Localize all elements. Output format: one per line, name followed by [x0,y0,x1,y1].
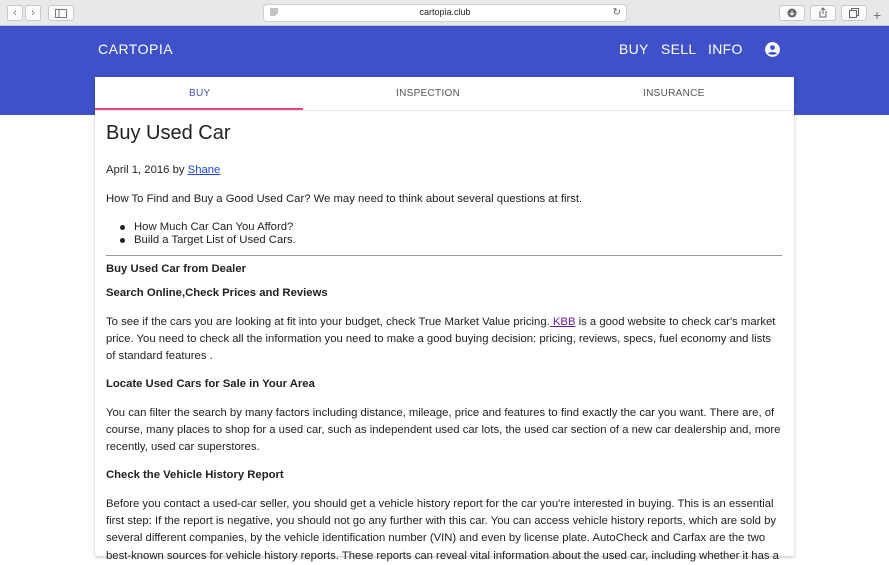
paragraph-search-online: To see if the cars you are looking at fi… [106,314,782,366]
active-tab-indicator [95,108,303,110]
share-icon [819,7,827,18]
share-button[interactable] [810,5,836,21]
tab-bar: BUY INSPECTION INSURANCE [95,77,794,111]
download-icon [787,8,797,18]
list-item: Build a Target List of Used Cars. [120,234,296,247]
article-by: by [169,164,188,176]
article-intro: How To Find and Buy a Good Used Car? We … [106,193,583,205]
paragraph-text: To see if the cars you are looking at fi… [106,316,550,328]
sidebar-icon [55,9,67,18]
tab-inspection[interactable]: INSPECTION [396,88,460,99]
subheading-locate-cars: Locate Used Cars for Sale in Your Area [106,378,315,390]
section-heading: Buy Used Car from Dealer [106,263,247,275]
nav-sell[interactable]: SELL [661,41,696,57]
paragraph-locate-cars: You can filter the search by many factor… [106,407,781,454]
tab-buy[interactable]: BUY [189,88,210,99]
paragraph-history-report: Before you contact a used-car seller, yo… [106,498,779,562]
site-logo[interactable]: CARTOPIA [98,41,173,57]
reload-icon[interactable]: ↻ [613,7,621,18]
back-button[interactable]: ‹ [7,5,23,21]
nav-buy[interactable]: BUY [619,41,649,57]
download-button[interactable] [779,5,805,21]
tabs-icon [849,8,859,18]
new-tab-button[interactable]: + [873,8,881,22]
tabs-button[interactable] [841,5,867,21]
address-bar[interactable]: cartopia.club ↻ [263,4,627,22]
article-meta: April 1, 2016 by Shane [106,162,220,179]
divider [106,255,782,256]
sidebar-toggle-button[interactable] [48,5,74,21]
author-link[interactable]: Shane [188,164,221,176]
article-title: Buy Used Car [106,122,231,144]
question-list: How Much Car Can You Afford? Build a Tar… [120,221,296,246]
nav-info[interactable]: INFO [708,41,743,57]
forward-button[interactable]: › [25,5,41,21]
account-icon[interactable] [765,42,780,57]
list-item: How Much Car Can You Afford? [120,221,296,234]
browser-toolbar: ‹ › cartopia.club ↻ + [0,0,889,26]
tab-insurance[interactable]: INSURANCE [643,88,705,99]
subheading-history-report: Check the Vehicle History Report [106,469,284,481]
kbb-link[interactable]: KBB [550,316,576,328]
subheading-search-online: Search Online,Check Prices and Reviews [106,287,328,299]
article-card: BUY INSPECTION INSURANCE Buy Used Car Ap… [95,77,794,562]
url-text: cartopia.club [419,7,471,17]
article-date: April 1, 2016 [106,164,170,176]
